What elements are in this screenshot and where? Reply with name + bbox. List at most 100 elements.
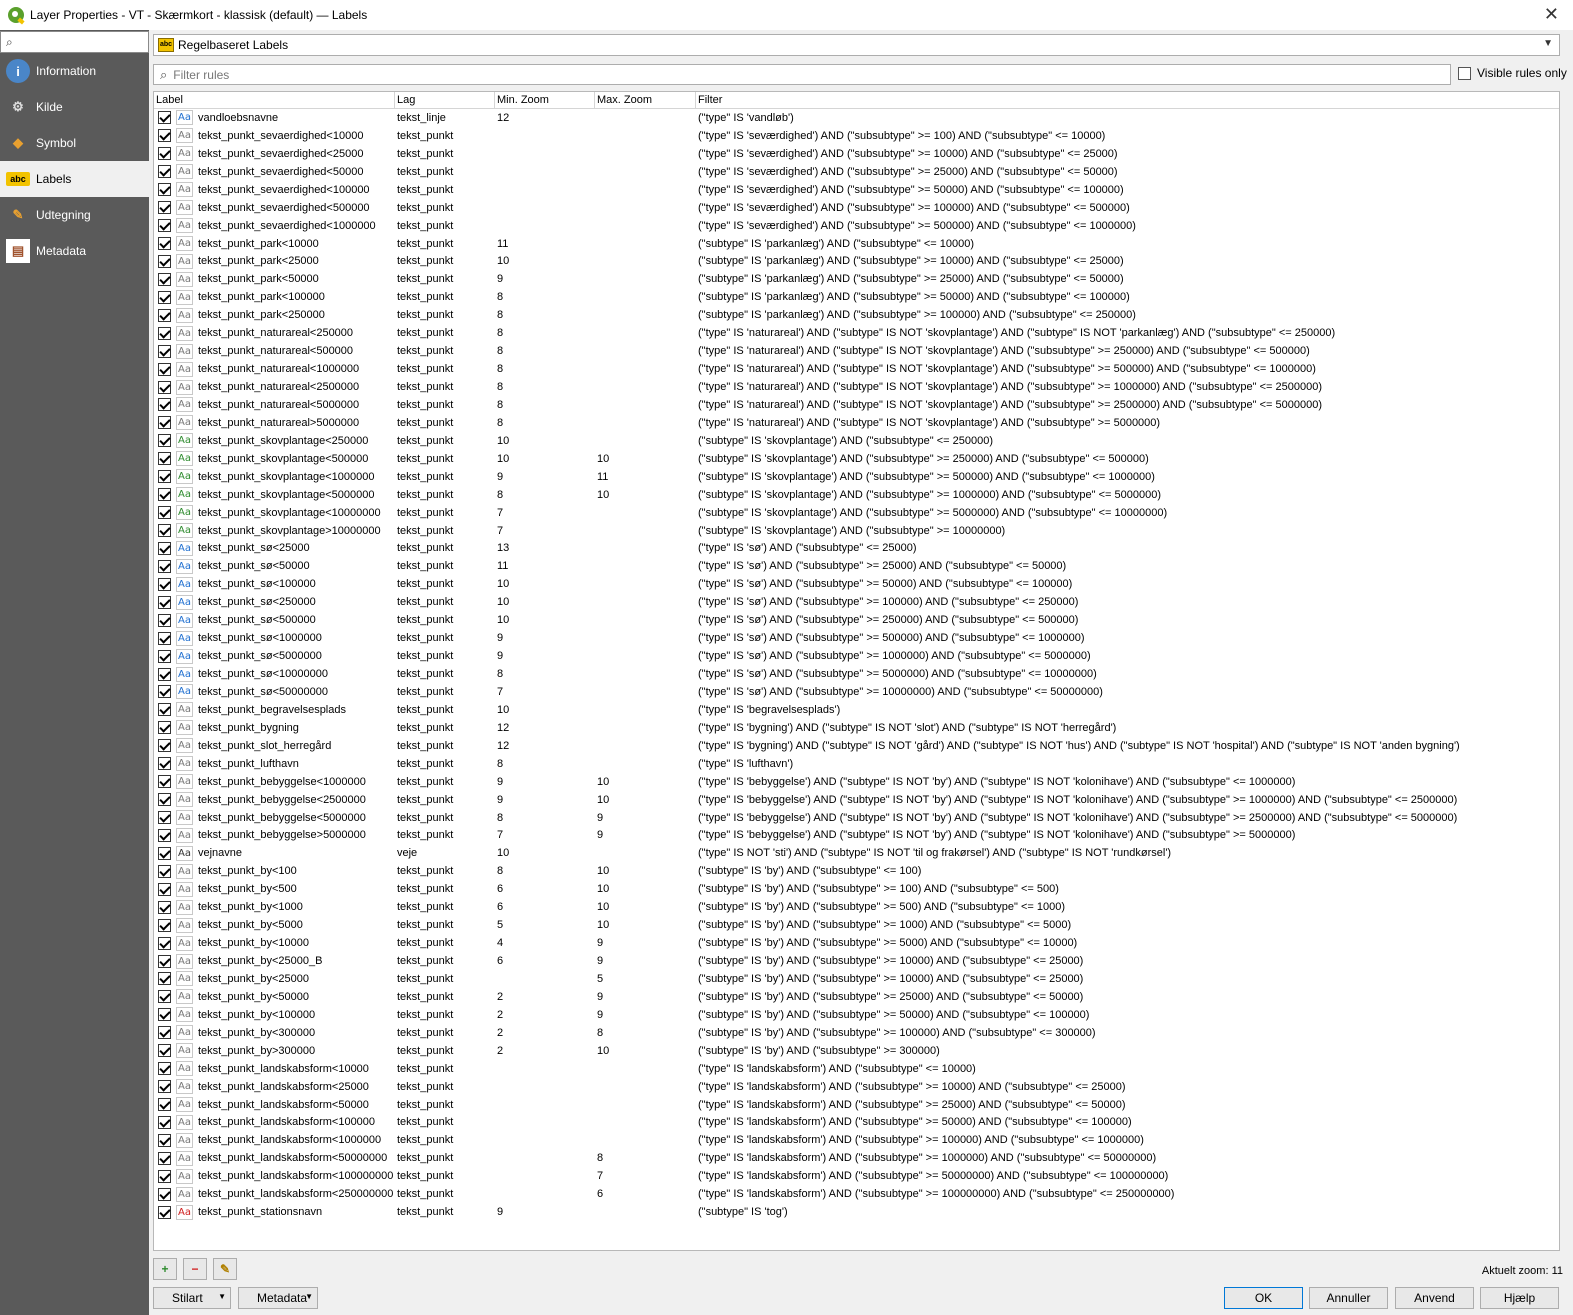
rule-enabled-checkbox[interactable] — [158, 972, 171, 986]
apply-button[interactable]: Anvend — [1395, 1287, 1474, 1309]
rule-row[interactable]: Aa tekst_punkt_landskabsform<100000 tekst_… — [154, 1114, 1559, 1132]
rule-row[interactable]: Aa tekst_punkt_sø<500000 tekst_punkt 10 ("ty… — [154, 611, 1559, 629]
rules-tree[interactable]: Label Lag Min. Zoom Max. Zoom Filter Aa v… — [153, 91, 1560, 1251]
rule-row[interactable]: Aa tekst_punkt_by<50000 tekst_punkt 2 9 ("sub… — [154, 988, 1559, 1006]
column-header-max-zoom[interactable]: Max. Zoom — [595, 92, 696, 108]
rule-enabled-checkbox[interactable] — [158, 1133, 171, 1147]
rule-enabled-checkbox[interactable] — [158, 541, 171, 555]
rule-row[interactable]: Aa tekst_punkt_sevaerdighed<100000 tekst_p… — [154, 181, 1559, 199]
rule-row[interactable]: Aa tekst_punkt_by<10000 tekst_punkt 4 9 ("sub… — [154, 934, 1559, 952]
rule-enabled-checkbox[interactable] — [158, 470, 171, 484]
rule-row[interactable]: Aa tekst_punkt_naturareal<1000000 tekst_pu… — [154, 360, 1559, 378]
rule-row[interactable]: Aa tekst_punkt_naturareal<500000 tekst_pun… — [154, 342, 1559, 360]
add-rule-button[interactable]: + — [153, 1258, 177, 1280]
rule-row[interactable]: Aa tekst_punkt_landskabsform<250000000 tek… — [154, 1185, 1559, 1203]
rule-row[interactable]: Aa tekst_punkt_park<100000 tekst_punkt 8 ("s… — [154, 288, 1559, 306]
rule-enabled-checkbox[interactable] — [158, 362, 171, 376]
rule-enabled-checkbox[interactable] — [158, 452, 171, 466]
rule-enabled-checkbox[interactable] — [158, 882, 171, 896]
rule-row[interactable]: Aa tekst_punkt_sø<5000000 tekst_punkt 9 ("ty… — [154, 647, 1559, 665]
rule-enabled-checkbox[interactable] — [158, 667, 171, 681]
close-icon[interactable]: ✕ — [1544, 4, 1559, 25]
rule-enabled-checkbox[interactable] — [158, 183, 171, 197]
rule-enabled-checkbox[interactable] — [158, 721, 171, 735]
column-header-label[interactable]: Label — [154, 92, 395, 108]
rule-row[interactable]: Aa tekst_punkt_by<500 tekst_punkt 6 10 ("subt… — [154, 880, 1559, 898]
rule-row[interactable]: Aa vejnavne veje 10 ("type" IS NOT 'sti') AN… — [154, 844, 1559, 862]
rule-enabled-checkbox[interactable] — [158, 1080, 171, 1094]
style-dropdown-button[interactable]: Stilart ▼ — [153, 1287, 231, 1309]
rule-enabled-checkbox[interactable] — [158, 990, 171, 1004]
rule-row[interactable]: Aa tekst_punkt_sevaerdighed<500000 tekst_p… — [154, 199, 1559, 217]
rule-enabled-checkbox[interactable] — [158, 416, 171, 430]
rule-row[interactable]: Aa tekst_punkt_naturareal>5000000 tekst_pu… — [154, 414, 1559, 432]
rule-enabled-checkbox[interactable] — [158, 936, 171, 950]
rule-enabled-checkbox[interactable] — [158, 326, 171, 340]
rule-row[interactable]: Aa tekst_punkt_skovplantage<1000000 tekst_… — [154, 468, 1559, 486]
rule-row[interactable]: Aa tekst_punkt_naturareal<5000000 tekst_pu… — [154, 396, 1559, 414]
rule-row[interactable]: Aa tekst_punkt_by<25000_B tekst_punkt 6 9 ("s… — [154, 952, 1559, 970]
rule-enabled-checkbox[interactable] — [158, 290, 171, 304]
rule-enabled-checkbox[interactable] — [158, 757, 171, 771]
rule-row[interactable]: Aa tekst_punkt_bebyggelse<5000000 tekst_pu… — [154, 809, 1559, 827]
rule-enabled-checkbox[interactable] — [158, 129, 171, 143]
rule-enabled-checkbox[interactable] — [158, 954, 171, 968]
rule-row[interactable]: Aa tekst_punkt_sevaerdighed<1000000 tekst_… — [154, 217, 1559, 235]
rule-enabled-checkbox[interactable] — [158, 1098, 171, 1112]
sidebar-search-input[interactable]: ⌕ — [0, 31, 149, 53]
help-button[interactable]: Hjælp — [1480, 1287, 1559, 1309]
column-header-filter[interactable]: Filter — [696, 92, 1559, 108]
rule-enabled-checkbox[interactable] — [158, 559, 171, 573]
rule-row[interactable]: Aa tekst_punkt_naturareal<250000 tekst_pun… — [154, 324, 1559, 342]
filter-rules-input[interactable]: ⌕ Filter rules — [153, 64, 1451, 85]
rule-enabled-checkbox[interactable] — [158, 1205, 171, 1219]
rule-enabled-checkbox[interactable] — [158, 703, 171, 717]
rule-enabled-checkbox[interactable] — [158, 631, 171, 645]
rule-row[interactable]: Aa tekst_punkt_landskabsform<50000000 teks… — [154, 1149, 1559, 1167]
rule-row[interactable]: Aa tekst_punkt_sevaerdighed<25000 tekst_pu… — [154, 145, 1559, 163]
rule-row[interactable]: Aa tekst_punkt_park<25000 tekst_punkt 10 ("s… — [154, 253, 1559, 271]
rule-enabled-checkbox[interactable] — [158, 1115, 171, 1129]
rule-enabled-checkbox[interactable] — [158, 900, 171, 914]
sidebar-item-udtegning[interactable]: ✎ Udtegning — [0, 197, 149, 233]
rule-enabled-checkbox[interactable] — [158, 488, 171, 502]
rule-enabled-checkbox[interactable] — [158, 1044, 171, 1058]
renderer-dropdown[interactable]: abc Regelbaseret Labels ▼ — [153, 34, 1560, 56]
rule-row[interactable]: Aa tekst_punkt_landskabsform<10000 tekst_p… — [154, 1060, 1559, 1078]
rule-enabled-checkbox[interactable] — [158, 1026, 171, 1040]
rule-row[interactable]: Aa tekst_punkt_sø<25000 tekst_punkt 13 ("typ… — [154, 540, 1559, 558]
rule-row[interactable]: Aa tekst_punkt_bebyggelse<2500000 tekst_pu… — [154, 791, 1559, 809]
rule-row[interactable]: Aa tekst_punkt_by<25000 tekst_punkt 5 ("subt… — [154, 970, 1559, 988]
rule-enabled-checkbox[interactable] — [158, 237, 171, 251]
cancel-button[interactable]: Annuller — [1309, 1287, 1388, 1309]
rule-enabled-checkbox[interactable] — [158, 165, 171, 179]
rule-row[interactable]: Aa tekst_punkt_sø<1000000 tekst_punkt 9 ("ty… — [154, 629, 1559, 647]
rule-enabled-checkbox[interactable] — [158, 147, 171, 161]
rule-row[interactable]: Aa tekst_punkt_sevaerdighed<50000 tekst_pu… — [154, 163, 1559, 181]
rule-row[interactable]: Aa tekst_punkt_by<5000 tekst_punkt 5 10 ("sub… — [154, 916, 1559, 934]
remove-rule-button[interactable]: − — [183, 1258, 207, 1280]
rule-row[interactable]: Aa tekst_punkt_by<100000 tekst_punkt 2 9 ("su… — [154, 1006, 1559, 1024]
rule-row[interactable]: Aa tekst_punkt_by<100 tekst_punkt 8 10 ("subt… — [154, 862, 1559, 880]
rule-enabled-checkbox[interactable] — [158, 685, 171, 699]
rule-row[interactable]: Aa tekst_punkt_skovplantage<500000 tekst_p… — [154, 450, 1559, 468]
rule-row[interactable]: Aa tekst_punkt_stationsnavn tekst_punkt 9 ("… — [154, 1203, 1559, 1221]
rule-enabled-checkbox[interactable] — [158, 1151, 171, 1165]
rule-enabled-checkbox[interactable] — [158, 775, 171, 789]
rule-row[interactable]: Aa tekst_punkt_by>300000 tekst_punkt 2 10 ("s… — [154, 1042, 1559, 1060]
visible-rules-only-checkbox[interactable]: Visible rules only — [1458, 66, 1567, 80]
rule-row[interactable]: Aa tekst_punkt_park<250000 tekst_punkt 8 ("s… — [154, 306, 1559, 324]
rule-enabled-checkbox[interactable] — [158, 739, 171, 753]
rule-enabled-checkbox[interactable] — [158, 846, 171, 860]
rule-enabled-checkbox[interactable] — [158, 524, 171, 538]
rule-row[interactable]: Aa tekst_punkt_landskabsform<25000 tekst_p… — [154, 1078, 1559, 1096]
rule-enabled-checkbox[interactable] — [158, 649, 171, 663]
rule-row[interactable]: Aa tekst_punkt_sø<100000 tekst_punkt 10 ("ty… — [154, 575, 1559, 593]
rule-enabled-checkbox[interactable] — [158, 272, 171, 286]
rule-row[interactable]: Aa tekst_punkt_by<300000 tekst_punkt 2 8 ("su… — [154, 1024, 1559, 1042]
rule-row[interactable]: Aa tekst_punkt_lufthavn tekst_punkt 8 ("type… — [154, 755, 1559, 773]
column-header-min-zoom[interactable]: Min. Zoom — [495, 92, 595, 108]
rule-row[interactable]: Aa tekst_punkt_skovplantage>10000000 tekst… — [154, 522, 1559, 540]
rule-row[interactable]: Aa tekst_punkt_bebyggelse<1000000 tekst_pu… — [154, 773, 1559, 791]
rule-row[interactable]: Aa tekst_punkt_park<50000 tekst_punkt 9 ("su… — [154, 270, 1559, 288]
